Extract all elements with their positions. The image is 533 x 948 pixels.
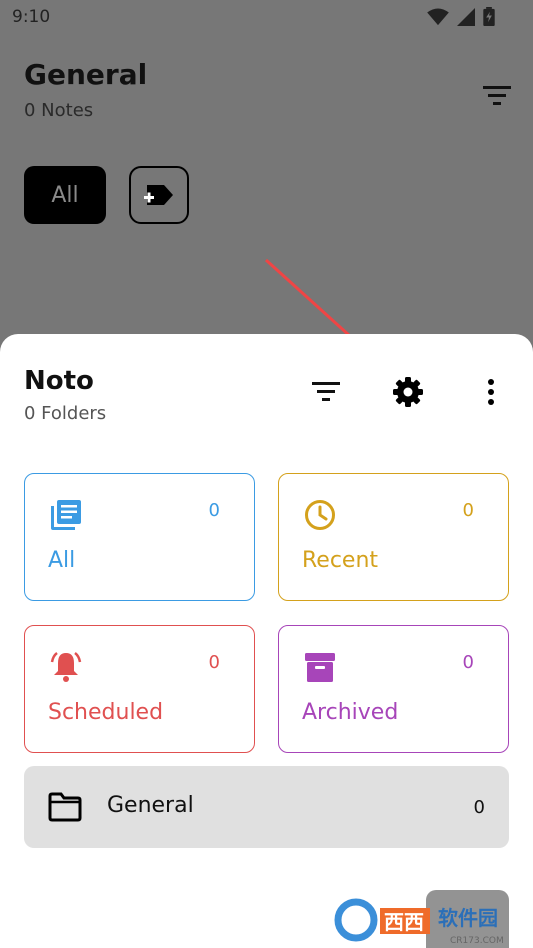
card-recent[interactable]: 0 Recent <box>278 473 509 601</box>
status-bar: 9:10 <box>0 0 533 36</box>
library-books-icon <box>51 500 81 530</box>
sort-icon[interactable] <box>483 84 511 106</box>
wifi-icon <box>427 7 449 25</box>
sort-icon[interactable] <box>312 380 340 402</box>
card-archived-count: 0 <box>462 652 474 673</box>
sheet-title: Noto <box>24 366 94 396</box>
more-vert-icon[interactable] <box>480 376 502 408</box>
watermark-text-cn: 软件园 <box>438 906 498 930</box>
status-time: 9:10 <box>12 7 51 27</box>
card-recent-count: 0 <box>462 500 474 521</box>
folder-name: General <box>107 793 194 818</box>
notes-count: 0 Notes <box>24 100 94 121</box>
add-label-chip[interactable] <box>129 166 189 224</box>
watermark-site: CR173.COM <box>450 936 504 946</box>
battery-icon <box>483 7 495 26</box>
card-archived-label: Archived <box>302 700 399 725</box>
card-scheduled-label: Scheduled <box>48 700 164 725</box>
card-all-label: All <box>48 548 76 573</box>
page-title: General <box>24 58 148 91</box>
gear-icon[interactable] <box>392 376 424 408</box>
folder-item-general[interactable]: General 0 <box>24 766 509 848</box>
card-all[interactable]: 0 All <box>24 473 255 601</box>
archive-icon <box>305 653 335 682</box>
card-all-count: 0 <box>208 500 220 521</box>
card-scheduled-count: 0 <box>208 652 220 673</box>
folder-count: 0 <box>473 797 485 818</box>
bottom-sheet: Noto 0 Folders 0 All 0 Recent 0 Schedule… <box>0 334 533 948</box>
chip-all[interactable]: All <box>24 166 106 224</box>
status-icons <box>427 7 495 26</box>
folder-outline-icon <box>48 792 82 822</box>
new-label-icon <box>144 185 173 205</box>
folders-count: 0 Folders <box>24 403 107 424</box>
card-recent-label: Recent <box>302 548 379 573</box>
bell-ring-icon <box>50 652 82 682</box>
watermark-logo: 西西 软件园 CR173.COM <box>330 888 533 948</box>
watermark: 西西 软件园 CR173.COM <box>330 888 533 948</box>
signal-icon <box>457 7 475 26</box>
svg-text:西西: 西西 <box>384 910 424 934</box>
clock-icon <box>305 500 335 530</box>
chip-all-label: All <box>51 182 79 208</box>
card-scheduled[interactable]: 0 Scheduled <box>24 625 255 753</box>
card-archived[interactable]: 0 Archived <box>278 625 509 753</box>
